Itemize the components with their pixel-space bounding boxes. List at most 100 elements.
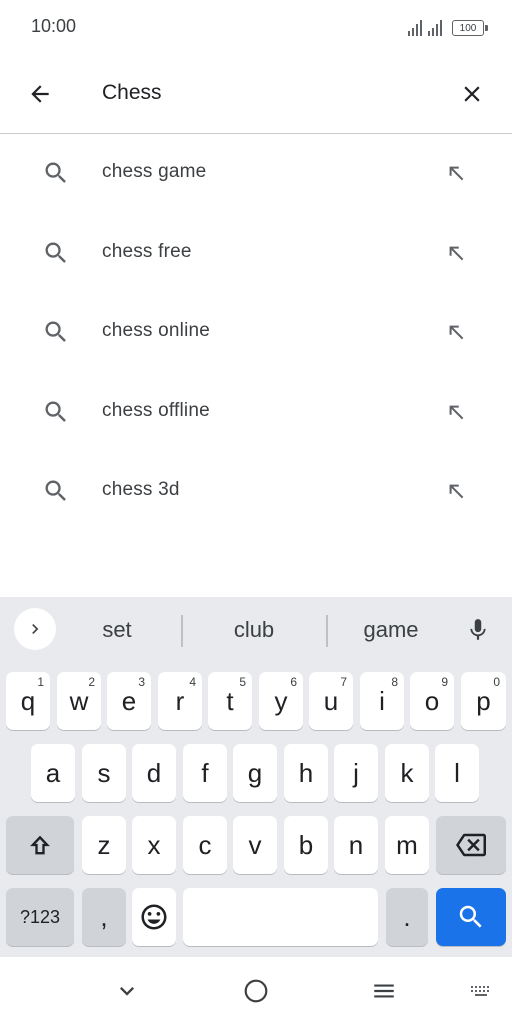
search-icon bbox=[45, 480, 66, 501]
keyboard-suggestion-strip: set club game bbox=[0, 597, 512, 663]
key-e[interactable]: e3 bbox=[107, 672, 151, 730]
key-q[interactable]: q1 bbox=[6, 672, 50, 730]
keyboard-switch-button[interactable] bbox=[461, 971, 501, 1011]
hide-keyboard-button[interactable] bbox=[107, 971, 147, 1011]
key-hint: 6 bbox=[290, 675, 297, 689]
fill-query-button[interactable] bbox=[440, 237, 472, 269]
word-suggestion[interactable]: game bbox=[331, 617, 451, 643]
suggestion-label: chess game bbox=[102, 161, 207, 182]
chevron-down-icon bbox=[120, 987, 134, 996]
home-circle-icon bbox=[244, 979, 268, 1003]
back-button[interactable] bbox=[20, 74, 60, 114]
key-o[interactable]: o9 bbox=[410, 672, 454, 730]
key-hint: 3 bbox=[138, 675, 145, 689]
key-f[interactable]: f bbox=[183, 744, 227, 802]
key-hint: 2 bbox=[88, 675, 95, 689]
key-label: t bbox=[226, 685, 234, 716]
suggestion-item[interactable]: chess game bbox=[0, 133, 512, 213]
suggestion-label: chess offline bbox=[102, 399, 210, 421]
backspace-key[interactable] bbox=[436, 816, 506, 874]
key-t[interactable]: t5 bbox=[208, 672, 252, 730]
key-hint: 1 bbox=[37, 675, 44, 689]
key-u[interactable]: u7 bbox=[309, 672, 353, 730]
navigation-bar bbox=[0, 957, 512, 1024]
key-label: y bbox=[274, 685, 288, 716]
suggestion-item[interactable]: chess offline bbox=[0, 372, 512, 452]
key-x[interactable]: x bbox=[132, 816, 176, 874]
signal-icon bbox=[408, 20, 422, 36]
key-label: p bbox=[476, 685, 491, 716]
arrow-up-left-icon bbox=[449, 166, 464, 181]
key-label: r bbox=[175, 685, 185, 716]
key-j[interactable]: j bbox=[334, 744, 378, 802]
search-key[interactable] bbox=[436, 888, 506, 946]
key-v[interactable]: v bbox=[233, 816, 277, 874]
emoji-key[interactable] bbox=[132, 888, 176, 946]
fill-query-button[interactable] bbox=[440, 475, 472, 507]
suggestion-item[interactable]: chess online bbox=[0, 292, 512, 372]
key-label: u bbox=[323, 685, 339, 716]
key-h[interactable]: h bbox=[284, 744, 328, 802]
on-screen-keyboard: set club game q1 w2 e3 r4 t5 y6 u7 i8 o9… bbox=[0, 597, 512, 957]
key-y[interactable]: y6 bbox=[259, 672, 303, 730]
home-button[interactable] bbox=[236, 971, 276, 1011]
comma-key[interactable]: , bbox=[82, 888, 126, 946]
suggestion-label: chess online bbox=[102, 320, 211, 341]
space-key[interactable] bbox=[183, 888, 378, 946]
status-time: 10:00 bbox=[31, 16, 77, 36]
fill-query-button[interactable] bbox=[440, 157, 472, 189]
key-hint: 4 bbox=[189, 675, 196, 689]
backspace-icon bbox=[456, 833, 486, 857]
key-label: q bbox=[20, 685, 36, 716]
key-label: s bbox=[97, 757, 111, 788]
key-k[interactable]: k bbox=[385, 744, 429, 802]
key-r[interactable]: r4 bbox=[158, 672, 202, 730]
key-d[interactable]: d bbox=[132, 744, 176, 802]
divider bbox=[181, 615, 183, 647]
period-key[interactable]: . bbox=[386, 888, 428, 946]
suggestion-item[interactable]: chess free bbox=[0, 213, 512, 293]
search-input[interactable]: Chess bbox=[102, 81, 162, 105]
menu-icon bbox=[374, 984, 394, 998]
recent-apps-button[interactable] bbox=[364, 971, 404, 1011]
suggestion-item[interactable]: chess 3d bbox=[0, 451, 512, 531]
battery-icon: 100 bbox=[452, 20, 488, 36]
key-label: c bbox=[198, 829, 212, 860]
fill-query-button[interactable] bbox=[440, 316, 472, 348]
word-suggestion[interactable]: set bbox=[57, 617, 177, 643]
arrow-left-icon bbox=[31, 85, 49, 103]
key-g[interactable]: g bbox=[233, 744, 277, 802]
key-hint: 7 bbox=[340, 675, 347, 689]
key-hint: 5 bbox=[239, 675, 246, 689]
search-icon bbox=[459, 905, 482, 928]
key-n[interactable]: n bbox=[334, 816, 378, 874]
shift-key[interactable] bbox=[6, 816, 74, 874]
key-label: z bbox=[97, 829, 111, 860]
key-a[interactable]: a bbox=[31, 744, 75, 802]
suggestion-label: chess 3d bbox=[102, 479, 180, 500]
key-label: o bbox=[424, 685, 440, 716]
key-b[interactable]: b bbox=[284, 816, 328, 874]
arrow-up-left-icon bbox=[449, 325, 464, 340]
key-l[interactable]: l bbox=[435, 744, 479, 802]
divider bbox=[326, 615, 328, 647]
word-suggestion[interactable]: club bbox=[194, 617, 314, 643]
clear-search-button[interactable] bbox=[452, 74, 492, 114]
key-label: k bbox=[400, 757, 414, 788]
search-icon bbox=[45, 401, 66, 422]
key-w[interactable]: w2 bbox=[57, 672, 101, 730]
key-hint: 8 bbox=[391, 675, 398, 689]
key-s[interactable]: s bbox=[82, 744, 126, 802]
symbols-key[interactable]: ?123 bbox=[6, 888, 74, 946]
key-c[interactable]: c bbox=[183, 816, 227, 874]
key-m[interactable]: m bbox=[385, 816, 429, 874]
key-hint: 9 bbox=[441, 675, 448, 689]
voice-input-button[interactable] bbox=[458, 610, 498, 650]
fill-query-button[interactable] bbox=[440, 396, 472, 428]
key-p[interactable]: p0 bbox=[461, 672, 506, 730]
key-i[interactable]: i8 bbox=[360, 672, 404, 730]
key-label: , bbox=[100, 901, 108, 932]
expand-toolbar-button[interactable] bbox=[14, 608, 56, 650]
key-z[interactable]: z bbox=[82, 816, 126, 874]
arrow-up-left-icon bbox=[449, 246, 464, 260]
